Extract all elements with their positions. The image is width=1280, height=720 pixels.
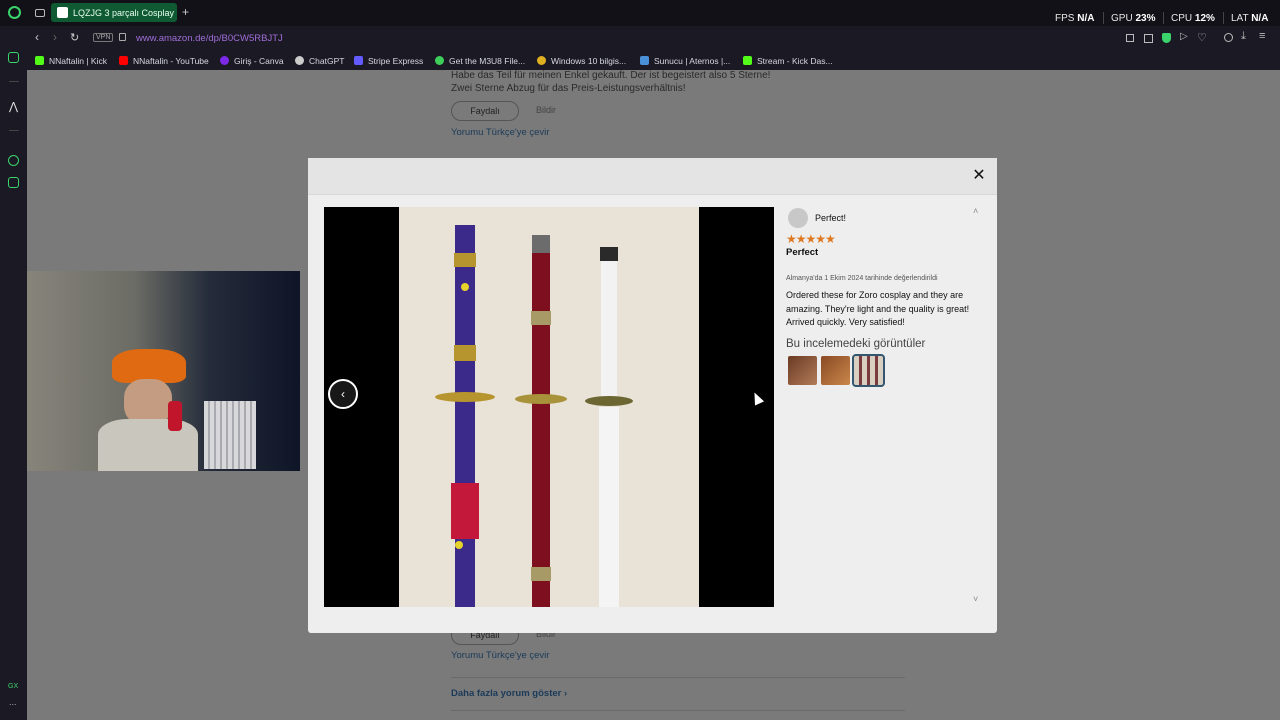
- bookmark-aternos[interactable]: Sunucu | Aternos |...: [640, 56, 730, 66]
- webcam-overlay: [27, 271, 300, 471]
- star-rating: ★★★★★: [786, 232, 836, 246]
- scroll-down-icon[interactable]: ˅: [973, 594, 978, 604]
- sidebar-more-icon[interactable]: ...: [9, 697, 17, 707]
- translate-link[interactable]: Yorumu Türkçe'ye çevir: [451, 127, 549, 138]
- katana-guard: [515, 394, 567, 404]
- bookmark-stripe[interactable]: Stripe Express: [354, 56, 423, 66]
- amazon-favicon-icon: [57, 7, 68, 18]
- browser-tab-bar: LQZJG 3 parçalı Cosplay + FPS N/A GPU 23…: [0, 0, 1280, 26]
- streamer-shirt: [98, 419, 198, 471]
- tab-icon[interactable]: [1144, 34, 1153, 43]
- previous-image-button[interactable]: ‹: [328, 379, 358, 409]
- profile-icon[interactable]: [1224, 33, 1233, 42]
- address-bar: ‹ › ↻ VPN www.amazon.de/dp/B0CW5RBJTJ ▷ …: [0, 26, 1280, 50]
- lock-icon: [119, 33, 126, 41]
- cpu-stat: CPU 12%: [1171, 13, 1215, 24]
- image-viewer: ‹: [324, 207, 774, 607]
- radiator: [204, 401, 256, 469]
- katana-fitting: [454, 345, 476, 361]
- modal-header: ✕: [308, 158, 997, 195]
- katana-pommel: [532, 235, 550, 253]
- heart-icon[interactable]: ♡: [1197, 31, 1207, 44]
- bookmark-m3u8[interactable]: Get the M3U8 File...: [435, 56, 525, 66]
- review-photo: [399, 207, 699, 607]
- translate-link-2[interactable]: Yorumu Türkçe'ye çevir: [451, 650, 549, 661]
- fps-stat: FPS N/A: [1055, 13, 1095, 24]
- katana-emblem: [455, 541, 463, 549]
- image-review-modal: ✕ ‹ Perfect! ˄ ★★★★★ Perfect Almanya'da …: [308, 158, 997, 633]
- download-icon[interactable]: ⤓: [1241, 30, 1246, 43]
- kick-icon: [743, 56, 752, 65]
- review-thumbnail-2[interactable]: [821, 356, 850, 385]
- katana-fitting: [531, 567, 551, 581]
- play-icon[interactable]: ▷: [1180, 31, 1188, 42]
- scroll-up-icon[interactable]: ˄: [973, 206, 978, 216]
- chatgpt-icon: [295, 56, 304, 65]
- back-icon[interactable]: ‹: [35, 30, 39, 44]
- katana-guard: [585, 396, 633, 406]
- microphone: [168, 401, 182, 431]
- helpful-button[interactable]: Faydalı: [451, 101, 519, 121]
- tab-menu-icon[interactable]: [35, 9, 45, 17]
- background-review-text: Habe das Teil für meinen Enkel gekauft. …: [451, 70, 771, 81]
- review-thumbnail-1[interactable]: [788, 356, 817, 385]
- url-field[interactable]: www.amazon.de/dp/B0CW5RBJTJ: [136, 33, 283, 44]
- aternos-icon: [640, 56, 649, 65]
- aria-icon[interactable]: ⋀: [9, 100, 18, 113]
- menu-icon[interactable]: ≡: [1259, 30, 1265, 42]
- kick-icon: [35, 56, 44, 65]
- m3u8-icon: [435, 56, 444, 65]
- windows-icon: [537, 56, 546, 65]
- images-heading: Bu incelemedeki görüntüler: [786, 338, 926, 350]
- opera-gx-logo-icon[interactable]: [8, 6, 21, 19]
- katana-photo-svg: [435, 225, 633, 607]
- red-katana: [532, 235, 550, 607]
- adblock-shield-icon[interactable]: [1162, 33, 1171, 43]
- review-thumbnail-3-selected[interactable]: [852, 354, 885, 387]
- close-button[interactable]: ✕: [972, 168, 986, 184]
- stripe-icon: [354, 56, 363, 65]
- active-tab[interactable]: LQZJG 3 parçalı Cosplay: [51, 3, 177, 22]
- history-icon[interactable]: [8, 155, 19, 166]
- browser-sidebar: ⋀ GX ...: [0, 26, 27, 720]
- tab-title: LQZJG 3 parçalı Cosplay: [73, 8, 175, 18]
- white-katana-handle: [601, 247, 617, 397]
- katana-fitting: [454, 253, 476, 267]
- bookmark-chatgpt[interactable]: ChatGPT: [295, 56, 344, 66]
- reload-icon[interactable]: ↻: [70, 31, 79, 44]
- canva-icon: [220, 56, 229, 65]
- lat-stat: LAT N/A: [1231, 13, 1269, 24]
- review-title: Perfect: [786, 247, 819, 258]
- bookmark-kick-dashboard[interactable]: Stream - Kick Das...: [743, 56, 833, 66]
- new-tab-button[interactable]: +: [182, 5, 189, 19]
- gx-control-icon[interactable]: [8, 52, 19, 63]
- snapshot-icon[interactable]: [1126, 34, 1134, 42]
- katana-guard: [435, 392, 495, 402]
- bookmark-canva[interactable]: Giriş - Canva: [220, 56, 284, 66]
- forward-icon[interactable]: ›: [53, 30, 57, 44]
- youtube-icon: [119, 56, 128, 65]
- background-review-text-2: Zwei Sterne Abzug für das Preis-Leistung…: [451, 83, 686, 94]
- streamer-hat: [112, 349, 186, 383]
- reviewer-avatar: [788, 208, 808, 228]
- bookmark-windows[interactable]: Windows 10 bilgis...: [537, 56, 626, 66]
- katana-emblem: [461, 283, 469, 291]
- white-katana-sheath: [599, 407, 619, 607]
- katana-sash: [451, 483, 479, 539]
- review-date: Almanya'da 1 Ekim 2024 tarihinde değerle…: [786, 275, 938, 282]
- reviewer-name: Perfect!: [815, 213, 847, 223]
- vpn-badge[interactable]: VPN: [93, 33, 114, 42]
- purple-katana: [455, 225, 475, 607]
- review-body: Ordered these for Zoro cosplay and they …: [786, 290, 970, 327]
- gx-label[interactable]: GX: [8, 683, 18, 690]
- katana-fitting: [531, 311, 551, 325]
- more-reviews-link[interactable]: Daha fazla yorum göster ›: [451, 688, 567, 699]
- bookmark-kick[interactable]: NNaftalin | Kick: [35, 56, 107, 66]
- report-link[interactable]: Bildir: [536, 105, 556, 115]
- gpu-stat: GPU 23%: [1111, 13, 1156, 24]
- katana-pommel: [600, 247, 618, 261]
- bookmark-youtube[interactable]: NNaftalin - YouTube: [119, 56, 209, 66]
- settings-icon[interactable]: [8, 177, 19, 188]
